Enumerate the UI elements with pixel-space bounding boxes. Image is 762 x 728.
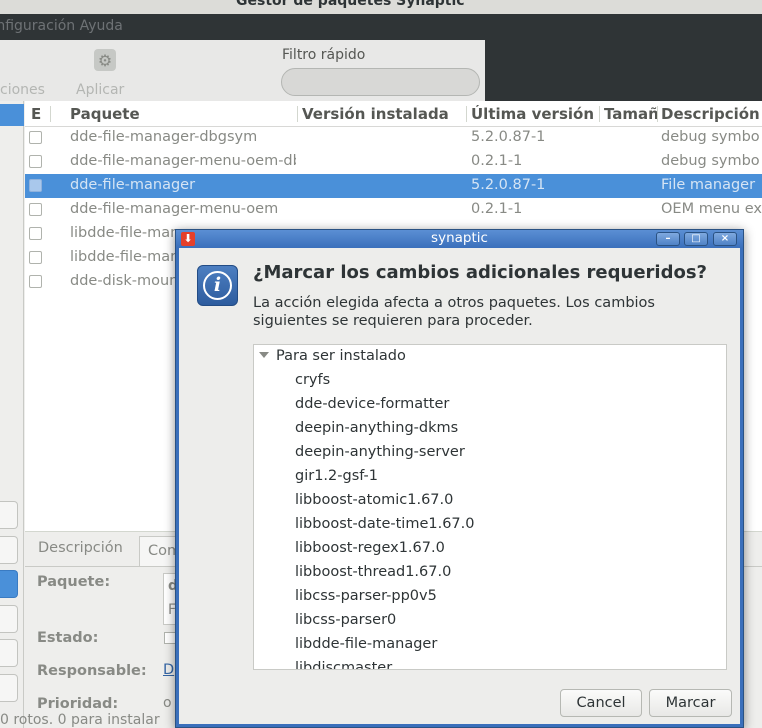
row-package: dde-file-manager-menu-oem — [70, 201, 279, 217]
row-latest: 5.2.0.87-1 — [471, 177, 546, 193]
dialog-body-text: La acción elegida afecta a otros paquete… — [253, 295, 655, 329]
row-latest: 0.2.1-1 — [471, 153, 523, 169]
row-description: debug symbo — [661, 129, 760, 145]
sidebar-button[interactable] — [0, 639, 18, 667]
sidebar-button-selected[interactable] — [0, 570, 18, 598]
list-item[interactable]: deepin-anything-server — [295, 444, 465, 460]
table-row[interactable]: dde-file-manager-menu-oem-dbgsym 0.2.1-1… — [25, 150, 762, 174]
list-item[interactable]: libboost-atomic1.67.0 — [295, 492, 453, 508]
package-table-header: E Paquete Versión instalada Última versi… — [25, 101, 762, 127]
cancel-button[interactable]: Cancel — [560, 689, 642, 717]
sidebar-selected-item[interactable] — [0, 104, 24, 126]
apply-button-label: Aplicar — [76, 82, 125, 98]
tree-group-to-install[interactable]: Para ser instalado — [259, 348, 406, 364]
sidebar-button[interactable] — [0, 605, 18, 633]
apply-button[interactable]: Aplicar — [74, 46, 134, 98]
main-window-titlebar: Gestor de paquetes Synaptic — [0, 0, 762, 14]
quick-filter-label: Filtro rápido — [282, 47, 366, 63]
row-checkbox[interactable] — [29, 179, 42, 192]
row-latest: 0.2.1-1 — [471, 201, 523, 217]
quick-filter-input[interactable] — [281, 68, 480, 96]
row-checkbox[interactable] — [29, 155, 42, 168]
maintainer-link[interactable]: D — [163, 662, 174, 678]
dialog-heading: ¿Marcar los cambios adicionales requerid… — [253, 262, 707, 283]
changes-tree[interactable]: Para ser instalado cryfs dde-device-form… — [253, 344, 727, 670]
toolbar-button-partial[interactable]: ciones — [0, 46, 60, 98]
table-row[interactable]: dde-file-manager-menu-oem 0.2.1-1 OEM me… — [25, 198, 762, 222]
menubar-dark-area — [485, 40, 762, 101]
state-label: Estado: — [37, 630, 99, 646]
expander-triangle-icon[interactable] — [259, 352, 269, 358]
menubar: Configuración Ayuda — [0, 14, 762, 40]
row-checkbox[interactable] — [29, 227, 42, 240]
menubar-items[interactable]: Configuración Ayuda — [0, 18, 123, 34]
list-item[interactable]: gir1.2-gsf-1 — [295, 468, 378, 484]
package-label: Paquete: — [37, 574, 111, 590]
row-description: debug symbo — [661, 153, 760, 169]
list-item[interactable]: libboost-thread1.67.0 — [295, 564, 451, 580]
maximize-icon[interactable]: □ — [684, 232, 708, 246]
list-item[interactable]: dde-device-formatter — [295, 396, 449, 412]
sidebar-button[interactable] — [0, 501, 18, 529]
list-item[interactable]: libboost-regex1.67.0 — [295, 540, 445, 556]
sidebar-button[interactable] — [0, 536, 18, 564]
main-window-title: Gestor de paquetes Synaptic — [236, 0, 465, 9]
column-header-latest-version[interactable]: Última versión — [471, 105, 596, 123]
table-row-selected[interactable]: dde-file-manager 5.2.0.87-1 File manager — [25, 174, 762, 198]
list-item[interactable]: libdde-file-manager — [295, 636, 437, 652]
row-package: dde-file-manager-menu-oem-dbgsym — [70, 153, 296, 169]
mark-changes-dialog: ⬇ synaptic – □ × i ¿Marcar los cambios a… — [175, 229, 744, 728]
tree-group-label: Para ser instalado — [276, 348, 406, 364]
list-item[interactable]: libcss-parser0 — [295, 612, 396, 628]
list-item[interactable]: deepin-anything-dkms — [295, 420, 458, 436]
close-icon[interactable]: × — [713, 232, 737, 246]
status-bar: 0 rotos. 0 para instalar — [0, 712, 160, 728]
list-item[interactable]: libdiscmaster — [295, 660, 392, 669]
list-item[interactable]: cryfs — [295, 372, 330, 388]
column-header-installed-version[interactable]: Versión instalada — [302, 105, 462, 123]
tab-description[interactable]: Descripción — [38, 540, 123, 556]
row-description: OEM menu ex — [661, 201, 762, 217]
info-icon: i — [197, 265, 238, 306]
toolbar-partial-label: ciones — [0, 82, 45, 98]
dialog-titlebar[interactable]: ⬇ synaptic – □ × — [176, 230, 743, 248]
row-checkbox[interactable] — [29, 251, 42, 264]
mark-button[interactable]: Marcar — [649, 689, 732, 717]
maintainer-label: Responsable: — [37, 663, 147, 679]
row-latest: 5.2.0.87-1 — [471, 129, 546, 145]
list-item[interactable]: libcss-parser-pp0v5 — [295, 588, 437, 604]
list-item[interactable]: libboost-date-time1.67.0 — [295, 516, 475, 532]
row-description: File manager — [661, 177, 756, 193]
row-checkbox[interactable] — [29, 131, 42, 144]
row-checkbox[interactable] — [29, 203, 42, 216]
column-header-size[interactable]: Tamañ — [604, 105, 657, 123]
minimize-icon[interactable]: – — [656, 232, 680, 246]
column-header-package[interactable]: Paquete — [70, 105, 295, 123]
priority-label: Prioridad: — [37, 696, 119, 712]
priority-value: o — [163, 695, 172, 711]
row-package: dde-file-manager-dbgsym — [70, 129, 258, 145]
row-checkbox[interactable] — [29, 275, 42, 288]
sidebar-button[interactable] — [0, 674, 18, 702]
column-header-description[interactable]: Descripción — [661, 105, 762, 123]
column-header-status[interactable]: E — [31, 105, 47, 123]
table-row[interactable]: dde-file-manager-dbgsym 5.2.0.87-1 debug… — [25, 126, 762, 150]
filter-sidebar — [0, 101, 24, 728]
row-package: dde-file-manager — [70, 177, 196, 193]
